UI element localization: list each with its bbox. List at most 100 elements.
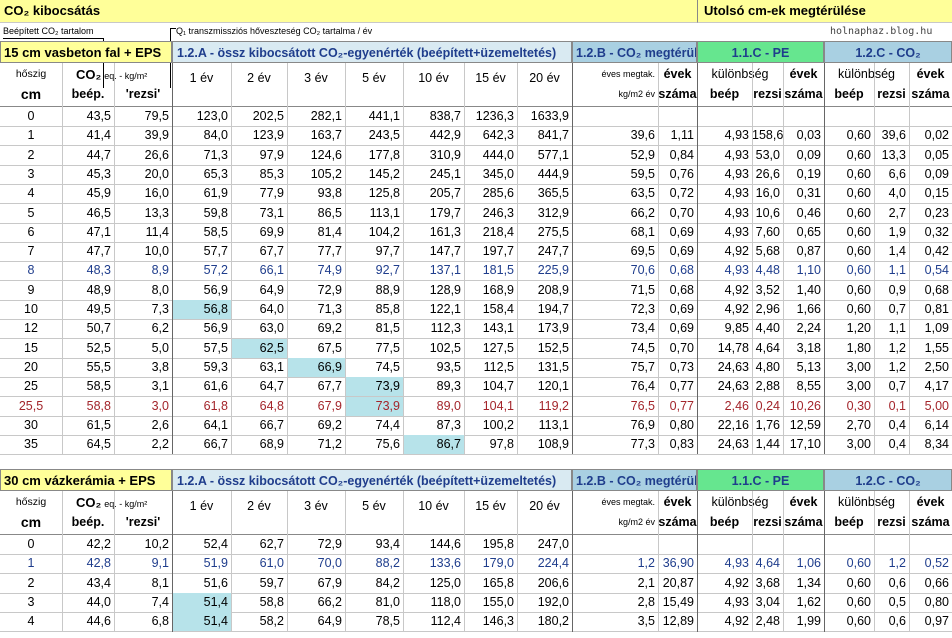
table-cell: 3,18 [796,341,821,355]
column-divider [874,491,875,632]
table-cell: 9,85 [724,321,749,335]
table-cell: 89,0 [436,399,461,413]
table-cell [874,107,909,126]
column-divider [572,491,573,632]
table-cell: 4,92 [724,576,749,590]
table-cell: 2,6 [151,418,169,432]
table-cell: 66,7 [203,437,228,451]
table-cell: 1,1 [888,263,906,277]
table-cell: 161,3 [429,225,461,239]
table-cell: 71,5 [630,283,655,297]
column-divider [231,63,232,455]
table-cell: 206,6 [537,576,569,590]
table-cell [783,535,824,554]
table-cell: 1633,9 [530,109,569,123]
table-cell: 1,55 [924,341,949,355]
table-cell: 85,3 [259,167,284,181]
table-cell [658,535,697,554]
table-cell: 2,96 [755,302,780,316]
col-szama-co2: száma [911,87,950,101]
table-cell: 4,48 [755,263,780,277]
table-cell: 10,2 [144,537,169,551]
table-cell: 3,68 [755,576,780,590]
table-cell: 4,92 [724,244,749,258]
table-cell: 0,23 [924,206,949,220]
co2-label: CO₂ [76,495,102,510]
table-cell: 6,14 [924,418,949,432]
table-cell: 0,19 [796,167,821,181]
table-cell: 58,5 [86,379,111,393]
table-cell: 51,4 [172,593,231,612]
table-cell: 58,8 [259,595,284,609]
table-cell: 1,2 [888,360,906,374]
table-cell: 146,3 [482,614,514,628]
column-divider [345,491,346,632]
table-cell: 6 [27,225,35,239]
table-cell [752,535,783,554]
table-cell: 0,77 [669,399,694,413]
table-cell: 81,5 [375,321,400,335]
col-eves-megtak: éves megtak. [601,497,655,507]
table-cell: 3,8 [151,360,169,374]
column-divider [287,491,288,632]
table-cell: 0,69 [669,225,694,239]
table-cell: 64,8 [259,399,284,413]
table-cell: 158,4 [482,302,514,316]
table-cell: 0,60 [846,556,871,570]
table-cell: 47,7 [86,244,111,258]
table-cell: 108,9 [537,437,569,451]
col-rezsi-co2: rezsi [877,87,906,101]
table-cell: 97,9 [259,148,284,162]
table-cell: 12 [24,321,38,335]
table-cell: 10,0 [144,244,169,258]
table-cell: 64,7 [259,379,284,393]
table-cell: 10,26 [789,399,821,413]
year-header: 10 év [418,499,449,513]
table-cell: 97,8 [489,437,514,451]
table-cell: 4,93 [724,148,749,162]
column-divider [517,63,518,455]
annotation-bracket-1 [3,38,103,39]
year-header: 15 év [475,499,506,513]
table-cell: 66,2 [317,595,342,609]
table-cell: 59,5 [630,167,655,181]
table-cell: 86,5 [317,206,342,220]
table-cell: 24,63 [717,437,749,451]
col-beep: beép. [71,87,105,101]
table-cell: 55,5 [86,360,111,374]
table-cell: 100,2 [482,418,514,432]
co2-unit: eq. - kg/m² [104,499,148,509]
table-cell: 0,60 [846,576,871,590]
col-beep-co2: beép [834,87,864,101]
table-cell: 4 [27,614,35,628]
table-cell [909,107,952,126]
table-cell: 0,7 [888,379,906,393]
table-cell: 0,66 [924,576,949,590]
year-header: 20 év [529,71,560,85]
table-cell: 66,9 [287,358,345,377]
table-cell: 133,6 [429,556,461,570]
table-cell: 0,05 [924,148,949,162]
table-cell: 73,4 [630,321,655,335]
table-cell: 224,4 [537,556,569,570]
table-cell: 128,9 [429,283,461,297]
table-cell: 245,1 [429,167,461,181]
table-cell: 48,9 [86,283,111,297]
table-cell: 152,5 [537,341,569,355]
table-cell: 0,31 [796,186,821,200]
table-cell: 51,9 [203,556,228,570]
table-cell: 43,4 [86,576,111,590]
table-cell: 61,9 [203,186,228,200]
table-cell: 7,60 [755,225,780,239]
col-beep-pe: beép [709,515,740,529]
table-cell: 143,1 [482,321,514,335]
column-divider [658,491,659,632]
table-cell: 3 [27,167,35,181]
table-cell: 20,0 [144,167,169,181]
title-12c: 1.2.C - CO₂ [824,41,952,63]
table-cell: 57,5 [203,341,228,355]
col-kg-m2-ev: kg/m2 év [618,517,655,527]
col-cm: cm [20,514,42,530]
table-cell: 24,63 [717,360,749,374]
col-evek-co2: évek [916,67,945,81]
